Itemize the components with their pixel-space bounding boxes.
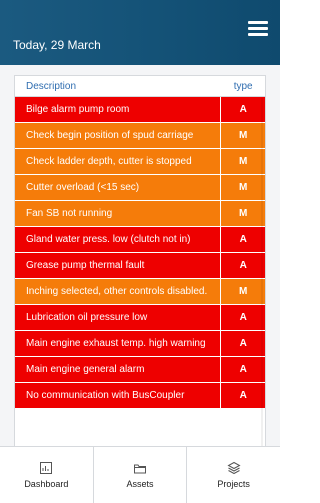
nav-dashboard[interactable]: Dashboard bbox=[0, 447, 94, 503]
alarm-type: A bbox=[239, 104, 247, 115]
table-row[interactable]: Check begin position of spud carriage M bbox=[15, 123, 265, 149]
table-row[interactable]: Inching selected, other controls disable… bbox=[15, 279, 265, 305]
alarm-table: Description type Bilge alarm pump room A C… bbox=[14, 75, 266, 446]
app-header: Today, 29 March bbox=[0, 0, 280, 65]
alarm-description: Gland water press. low (clutch not in) bbox=[15, 227, 222, 252]
alarm-description: Check ladder depth, cutter is stopped bbox=[15, 149, 222, 174]
alarm-type: M bbox=[239, 286, 248, 297]
alarm-description: Main engine general alarm bbox=[15, 357, 222, 382]
layers-icon bbox=[227, 461, 241, 475]
header-date: Today, 29 March bbox=[13, 38, 101, 52]
nav-projects[interactable]: Projects bbox=[187, 447, 280, 503]
table-header: Description type bbox=[15, 76, 265, 97]
alarm-type: M bbox=[239, 156, 248, 167]
table-row[interactable]: Main engine exhaust temp. high warning A bbox=[15, 331, 265, 357]
scrollbar[interactable] bbox=[261, 98, 263, 446]
alarm-type: A bbox=[239, 260, 247, 271]
alarm-description: Lubrication oil pressure low bbox=[15, 305, 222, 330]
nav-dashboard-label: Dashboard bbox=[24, 479, 69, 489]
alarm-type: A bbox=[239, 312, 247, 323]
alarm-type: M bbox=[239, 130, 248, 141]
dashboard-icon bbox=[40, 462, 53, 474]
alarm-description: Check begin position of spud carriage bbox=[15, 123, 222, 148]
alarm-description: No communication with BusCoupler bbox=[15, 383, 222, 408]
alarm-description: Cutter overload (<15 sec) bbox=[15, 175, 222, 200]
column-header-type[interactable]: type bbox=[221, 81, 265, 92]
column-header-description[interactable]: Description bbox=[15, 81, 221, 92]
table-body: Bilge alarm pump room A Check begin positi… bbox=[15, 97, 265, 409]
alarm-type: A bbox=[239, 338, 247, 349]
nav-projects-label: Projects bbox=[217, 479, 250, 489]
main-content: Description type Bilge alarm pump room A C… bbox=[0, 65, 280, 446]
alarm-description: Inching selected, other controls disable… bbox=[15, 279, 222, 304]
alarm-type: A bbox=[239, 364, 247, 375]
table-row[interactable]: Cutter overload (<15 sec) M bbox=[15, 175, 265, 201]
alarm-description: Fan SB not running bbox=[15, 201, 222, 226]
table-row[interactable]: No communication with BusCoupler A bbox=[15, 383, 265, 409]
alarm-description: Main engine exhaust temp. high warning bbox=[15, 331, 222, 356]
table-row[interactable]: Fan SB not running M bbox=[15, 201, 265, 227]
alarm-description: Bilge alarm pump room bbox=[15, 97, 222, 122]
alarm-type: M bbox=[239, 208, 248, 219]
hamburger-menu-icon[interactable] bbox=[248, 21, 268, 37]
alarm-description: Grease pump thermal fault bbox=[15, 253, 222, 278]
table-row[interactable]: Bilge alarm pump room A bbox=[15, 97, 265, 123]
table-row[interactable]: Main engine general alarm A bbox=[15, 357, 265, 383]
table-row[interactable]: Check ladder depth, cutter is stopped M bbox=[15, 149, 265, 175]
folder-icon bbox=[134, 464, 146, 474]
alarm-type: A bbox=[239, 234, 247, 245]
alarm-type: M bbox=[239, 182, 248, 193]
table-row[interactable]: Lubrication oil pressure low A bbox=[15, 305, 265, 331]
alarm-type: A bbox=[239, 390, 247, 401]
nav-assets-label: Assets bbox=[126, 479, 154, 489]
nav-assets[interactable]: Assets bbox=[94, 447, 188, 503]
table-row[interactable]: Grease pump thermal fault A bbox=[15, 253, 265, 279]
bottom-navigation: Dashboard Assets Projects bbox=[0, 446, 280, 503]
table-row[interactable]: Gland water press. low (clutch not in) A bbox=[15, 227, 265, 253]
